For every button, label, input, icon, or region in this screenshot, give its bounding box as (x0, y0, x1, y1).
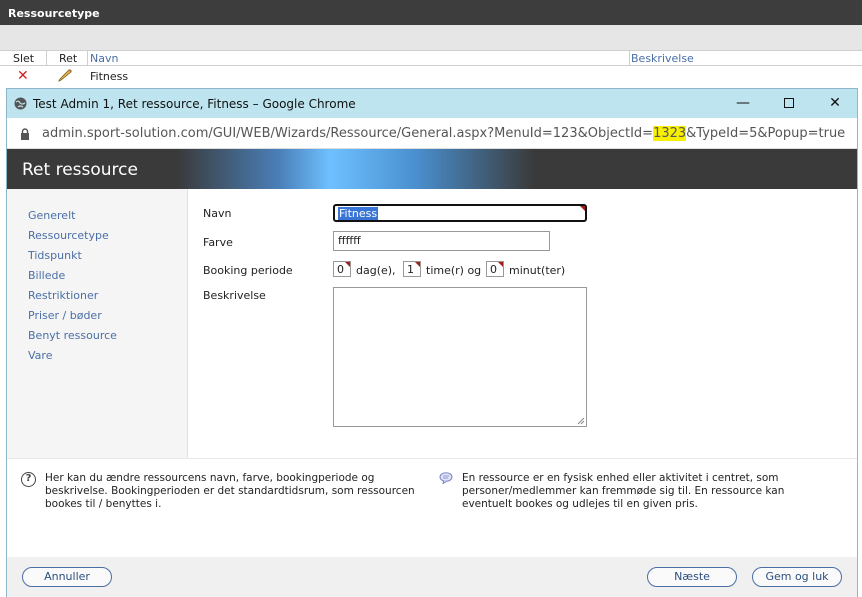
close-icon[interactable]: ✕ (823, 93, 847, 113)
column-navn[interactable]: Navn (90, 52, 118, 65)
globe-icon (14, 97, 27, 110)
beskrivelse-label: Beskrivelse (203, 289, 266, 302)
minutes-input[interactable]: 0 (486, 261, 504, 277)
address-bar[interactable]: admin.sport-solution.com/GUI/WEB/Wizards… (7, 118, 857, 149)
navn-label: Navn (203, 207, 232, 220)
sidebar-item-generelt[interactable]: Generelt (28, 209, 75, 222)
wizard-sidebar: Generelt Ressourcetype Tidspunkt Billede… (7, 189, 188, 458)
help-icon: ? (21, 472, 36, 487)
sidebar-item-benyt-ressource[interactable]: Benyt ressource (28, 329, 117, 342)
delete-icon[interactable]: ✕ (17, 68, 29, 84)
toolbar-strip (0, 25, 862, 50)
hours-unit: time(r) og (426, 264, 482, 277)
column-ret: Ret (59, 52, 78, 65)
minutes-unit: minut(ter) (509, 264, 566, 277)
help-text: Her kan du ændre ressourcens navn, farve… (45, 472, 415, 510)
cancel-button[interactable]: Annuller (22, 567, 112, 587)
next-button[interactable]: Næste (647, 567, 737, 587)
hours-input[interactable]: 1 (403, 261, 421, 277)
maximize-icon[interactable] (777, 93, 801, 113)
info-panel: ? Her kan du ændre ressourcens navn, far… (7, 458, 857, 557)
sidebar-item-vare[interactable]: Vare (28, 349, 52, 362)
lock-icon (21, 128, 29, 140)
column-slet: Slet (13, 52, 35, 65)
info-text: En ressource er en fysisk enhed eller ak… (462, 472, 785, 510)
days-input[interactable]: 0 (333, 261, 351, 277)
row-name: Fitness (90, 70, 129, 83)
required-marker (580, 206, 585, 211)
sidebar-item-priser[interactable]: Priser / bøder (28, 309, 102, 322)
booking-periode-label: Booking periode (203, 264, 293, 277)
url-text[interactable]: admin.sport-solution.com/GUI/WEB/Wizards… (42, 126, 845, 141)
farve-input[interactable]: ffffff (333, 231, 550, 251)
table-row (0, 66, 862, 86)
edit-pencil-icon[interactable] (58, 68, 74, 82)
window-titlebar[interactable]: Test Admin 1, Ret ressource, Fitness – G… (7, 89, 857, 118)
farve-label: Farve (203, 236, 233, 249)
page-header: Ressourcetype (0, 0, 862, 25)
beskrivelse-textarea[interactable] (333, 287, 587, 427)
days-unit: dag(e), (356, 264, 396, 277)
window-title: Test Admin 1, Ret ressource, Fitness – G… (33, 97, 356, 111)
modal-title: Ret ressource (22, 160, 138, 180)
chrome-popup-window: Test Admin 1, Ret ressource, Fitness – G… (6, 88, 858, 597)
column-beskrivelse[interactable]: Beskrivelse (631, 52, 694, 65)
table-header: Slet Ret Navn Beskrivelse (0, 50, 862, 66)
sidebar-item-billede[interactable]: Billede (28, 269, 65, 282)
sidebar-item-restriktioner[interactable]: Restriktioner (28, 289, 98, 302)
save-close-button[interactable]: Gem og luk (752, 567, 842, 587)
minimize-icon[interactable]: — (731, 93, 755, 113)
modal-footer: Annuller Næste Gem og luk (7, 557, 857, 597)
navn-input[interactable]: Fitness (333, 204, 587, 222)
resource-form: Navn Fitness Farve ffffff Booking period… (188, 189, 857, 458)
page-title: Ressourcetype (8, 7, 100, 20)
speech-bubble-icon (439, 472, 453, 484)
sidebar-item-ressourcetype[interactable]: Ressourcetype (28, 229, 109, 242)
url-highlight: 1323 (653, 126, 687, 141)
resize-handle-icon[interactable] (577, 417, 585, 425)
sidebar-item-tidspunkt[interactable]: Tidspunkt (28, 249, 82, 262)
modal-header: Ret ressource (7, 149, 857, 189)
